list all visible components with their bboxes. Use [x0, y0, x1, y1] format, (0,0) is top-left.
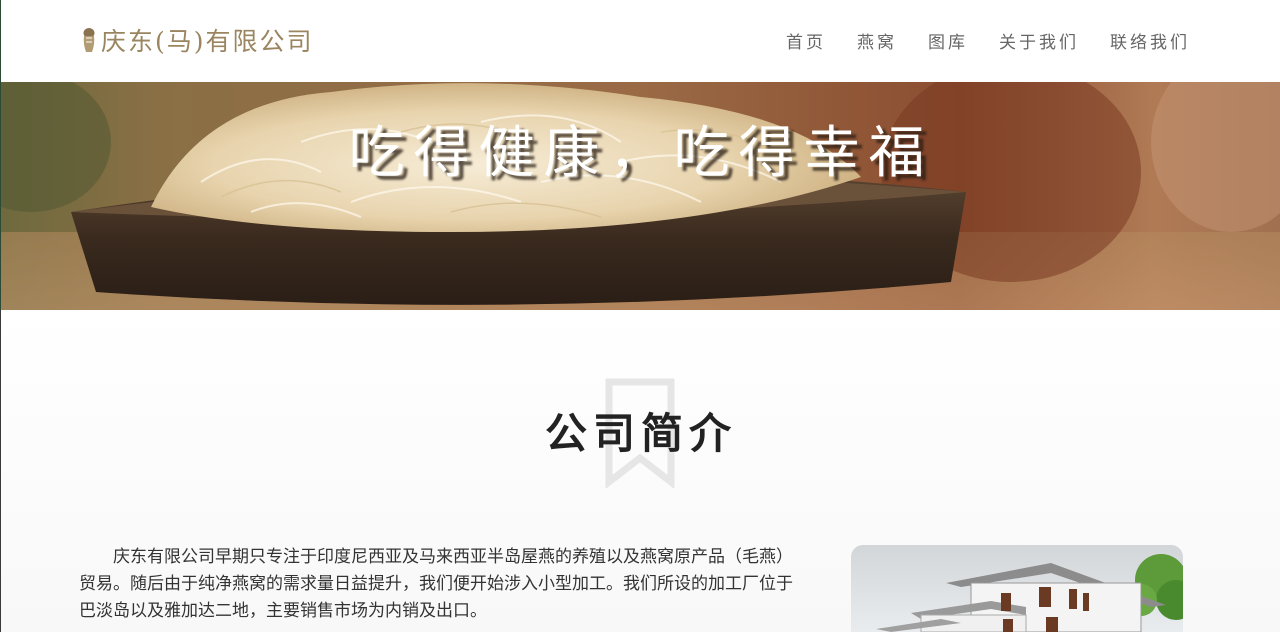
nav-item-gallery[interactable]: 图库	[928, 28, 968, 53]
nav-item-birdnest[interactable]: 燕窝	[857, 28, 897, 53]
company-intro-section: 公司简介 庆东有限公司早期只专注于印度尼西亚及马来西亚半岛屋燕的养殖以及燕窝原产…	[0, 310, 1280, 632]
logo-link[interactable]: 庆东(马)有限公司	[81, 22, 314, 58]
section-title: 公司简介	[544, 409, 737, 458]
site-header: 庆东(马)有限公司 首页 燕窝 图库 关于我们 联络我们	[0, 0, 1280, 82]
hero-banner: 吃得健康，吃得幸福	[0, 82, 1280, 310]
nav-item-contact[interactable]: 联络我们	[1110, 28, 1190, 53]
intro-paragraph: 庆东有限公司早期只专注于印度尼西亚及马来西亚半岛屋燕的养殖以及燕窝原产品（毛燕）…	[79, 547, 793, 621]
main-nav: 首页 燕窝 图库 关于我们 联络我们	[786, 28, 1190, 53]
nav-item-home[interactable]: 首页	[786, 28, 826, 53]
logo-text: 庆东(马)有限公司	[101, 27, 314, 56]
logo-icon	[81, 26, 97, 54]
hero-headline: 吃得健康，吃得幸福	[348, 121, 934, 186]
nav-item-about[interactable]: 关于我们	[999, 28, 1079, 53]
factory-building-image	[851, 545, 1183, 632]
